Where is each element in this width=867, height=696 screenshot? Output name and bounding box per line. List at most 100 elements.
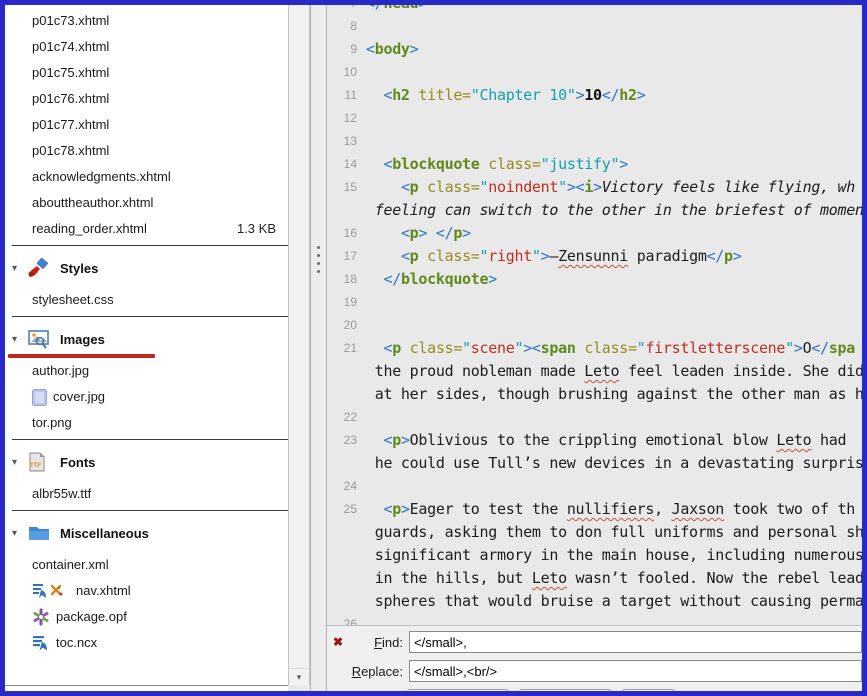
code-line-24[interactable]: 24	[327, 475, 862, 498]
group-header-miscellaneous[interactable]: ▾ Miscellaneous	[5, 514, 288, 552]
code-line-11[interactable]: 11 <h2 title="Chapter 10">10</h2>	[327, 84, 862, 107]
code-text: he could use Tull’s new devices in a dev…	[366, 454, 862, 472]
file-item-reading_order.xhtml[interactable]: reading_order.xhtml 1.3 KB	[5, 216, 288, 242]
file-item-package.opf[interactable]: package.opf	[5, 604, 288, 630]
file-name: albr55w.ttf	[32, 486, 92, 501]
code-line-7[interactable]: 7</head>	[327, 5, 862, 15]
file-item-stylesheet.css[interactable]: stylesheet.css	[5, 287, 288, 313]
code-text: significant armory in the main house, in…	[366, 546, 862, 564]
group-header-styles[interactable]: ▾ Styles	[5, 249, 288, 287]
code-text: <body>	[366, 40, 419, 58]
file-item-p01c77.xhtml[interactable]: p01c77.xhtml	[5, 112, 288, 138]
group-separator	[12, 510, 288, 511]
file-name: cover.jpg	[53, 389, 106, 404]
file-item-cover.jpg[interactable]: cover.jpg	[5, 384, 288, 410]
file-list: p01c72.xhtmlp01c73.xhtmlp01c74.xhtmlp01c…	[5, 5, 288, 656]
code-line-17[interactable]: 17 <p class="right">—Zensunni paradigm</…	[327, 245, 862, 268]
close-icon[interactable]: ✖	[331, 635, 345, 649]
chevron-down-icon[interactable]: ▾	[12, 528, 27, 539]
code-line-8[interactable]: 8	[327, 15, 862, 38]
findbar-button-partial[interactable]	[519, 689, 612, 691]
chevron-down-icon[interactable]: ▾	[12, 334, 27, 345]
chevron-down-icon[interactable]: ▾	[12, 457, 27, 468]
line-number: 21	[343, 341, 357, 355]
line-number: 10	[343, 65, 357, 79]
font-ttf-icon: TTF	[27, 451, 53, 473]
code-line-23[interactable]: 23 <p>Oblivious to the crippling emotion…	[327, 429, 862, 452]
line-number	[327, 199, 366, 222]
code-line-wrap[interactable]: in the hills, but Leto wasn’t fooled. No…	[327, 567, 862, 590]
line-number: 15	[343, 180, 357, 194]
sidebar-scrollbar[interactable]: ▾	[288, 5, 310, 685]
scroll-down-arrow-icon[interactable]: ▾	[289, 668, 309, 685]
file-item-albr55w.ttf[interactable]: albr55w.ttf	[5, 481, 288, 507]
line-number	[327, 452, 366, 475]
code-line-wrap[interactable]: guards, asking them to don full uniforms…	[327, 521, 862, 544]
code-line-wrap[interactable]: he could use Tull’s new devices in a dev…	[327, 452, 862, 475]
code-line-19[interactable]: 19	[327, 291, 862, 314]
group-header-images[interactable]: ▾ Images	[5, 320, 288, 358]
line-number: 17	[343, 249, 357, 263]
code-line-9[interactable]: 9 <body>	[327, 38, 862, 61]
file-item-p01c73.xhtml[interactable]: p01c73.xhtml	[5, 8, 288, 34]
code-line-wrap[interactable]: the proud nobleman made Leto feel leaden…	[327, 360, 862, 383]
code-line-18[interactable]: 18 </blockquote>	[327, 268, 862, 291]
line-number: 18	[343, 272, 357, 286]
code-line-wrap[interactable]: feeling can switch to the other in the b…	[327, 199, 862, 222]
findbar-button-partial[interactable]	[407, 689, 509, 691]
code-line-wrap[interactable]: at her sides, though brushing against th…	[327, 383, 862, 406]
file-item-p01c75.xhtml[interactable]: p01c75.xhtml	[5, 60, 288, 86]
group-label: Images	[60, 331, 105, 347]
panel-splitter[interactable]	[310, 5, 327, 691]
file-name: abouttheauthor.xhtml	[32, 195, 154, 210]
images-icon	[27, 328, 53, 350]
file-name: acknowledgments.xhtml	[32, 169, 171, 184]
code-line-wrap[interactable]: significant armory in the main house, in…	[327, 544, 862, 567]
nav-xhtml-icon	[32, 582, 70, 600]
code-text: at her sides, though brushing against th…	[366, 385, 862, 403]
code-line-15[interactable]: 15 <p class="noindent"><i>Victory feels …	[327, 176, 862, 199]
line-number: 19	[343, 295, 357, 309]
code-line-10[interactable]: 10	[327, 61, 862, 84]
file-item-tor.png[interactable]: tor.png	[5, 410, 288, 436]
code-text: <blockquote class="justify">	[383, 155, 628, 173]
editor-pane: 7</head> 8 9 <body> 10 11 <h2 title="Chapter …	[327, 5, 862, 691]
group-header-fonts[interactable]: ▾ TTF Fonts	[5, 443, 288, 481]
line-number: 8	[350, 19, 357, 33]
line-number	[327, 544, 366, 567]
group-separator	[12, 439, 288, 440]
file-item-abouttheauthor.xhtml[interactable]: abouttheauthor.xhtml	[5, 190, 288, 216]
code-line-25[interactable]: 25 <p>Eager to test the nullifiers, Jaxs…	[327, 498, 862, 521]
code-line-16[interactable]: 16 <p> </p>	[327, 222, 862, 245]
code-line-wrap[interactable]: spheres that would bruise a target witho…	[327, 590, 862, 613]
file-browser[interactable]: p01c72.xhtmlp01c73.xhtmlp01c74.xhtmlp01c…	[5, 5, 288, 686]
replace-input[interactable]	[409, 660, 862, 682]
code-line-21[interactable]: 21 <p class="scene"><span class="firstle…	[327, 337, 862, 360]
code-text: </head>	[366, 5, 427, 15]
code-line-20[interactable]: 20	[327, 314, 862, 337]
code-view[interactable]: 7</head> 8 9 <body> 10 11 <h2 title="Chapter …	[327, 5, 862, 625]
splitter-grip-dot	[317, 270, 320, 273]
file-item-p01c78.xhtml[interactable]: p01c78.xhtml	[5, 138, 288, 164]
code-line-26[interactable]: 26	[327, 613, 862, 625]
code-line-12[interactable]: 12	[327, 107, 862, 130]
code-text: the proud nobleman made Leto feel leaden…	[366, 362, 862, 380]
file-item-p01c74.xhtml[interactable]: p01c74.xhtml	[5, 34, 288, 60]
file-item-acknowledgments.xhtml[interactable]: acknowledgments.xhtml	[5, 164, 288, 190]
file-item-toc.ncx[interactable]: toc.ncx	[5, 630, 288, 656]
code-text: <p class="right">—Zensunni paradigm</p>	[400, 247, 742, 265]
code-line-22[interactable]: 22	[327, 406, 862, 429]
file-item-container.xml[interactable]: container.xml	[5, 552, 288, 578]
file-name: package.opf	[56, 609, 127, 624]
splitter-grip-dot	[317, 262, 320, 265]
file-item-author.jpg[interactable]: author.jpg	[5, 358, 288, 384]
line-number	[327, 383, 366, 406]
code-line-14[interactable]: 14 <blockquote class="justify">	[327, 153, 862, 176]
chevron-down-icon[interactable]: ▾	[12, 263, 27, 274]
file-item-p01c76.xhtml[interactable]: p01c76.xhtml	[5, 86, 288, 112]
file-item-nav.xhtml[interactable]: nav.xhtml	[5, 578, 288, 604]
find-input[interactable]	[409, 631, 862, 653]
findbar-button-partial[interactable]	[622, 689, 675, 691]
code-line-13[interactable]: 13	[327, 130, 862, 153]
code-text: feeling can switch to the other in the b…	[374, 201, 862, 219]
